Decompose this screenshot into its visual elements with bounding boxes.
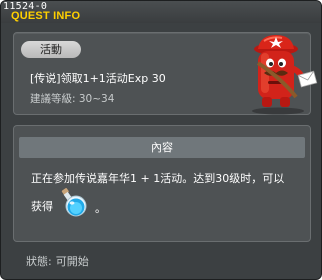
status-value: 可開始	[55, 255, 89, 268]
red-mailbox-npc-icon	[252, 35, 318, 115]
quest-content-panel: 內容 正在参加传说嘉年华1 + 1活动。达到30级时，可以 获得 。	[13, 125, 311, 242]
quest-info-window: 11524-0 QUEST INFO 活動 [传说]领取1+1活动Exp 30 …	[0, 0, 322, 280]
quest-description-line2: 获得	[31, 200, 53, 213]
quest-status: 狀態: 可開始	[26, 253, 89, 269]
quest-summary-panel: 活動 [传说]领取1+1活动Exp 30 建議等級: 30~34	[13, 32, 318, 115]
quest-name: [传说]领取1+1活动Exp 30	[30, 72, 166, 85]
window-title: QUEST INFO	[11, 10, 81, 22]
quest-level-requirement: 建議等級: 30~34	[30, 93, 115, 105]
blue-potion-icon[interactable]	[57, 187, 91, 219]
quest-category-badge: 活動	[21, 41, 81, 58]
status-label: 狀態:	[26, 255, 52, 268]
quest-description-line1: 正在参加传说嘉年华1 + 1活动。达到30级时，可以	[31, 172, 285, 185]
content-section-header: 內容	[19, 137, 305, 158]
quest-description-end: 。	[95, 202, 106, 215]
